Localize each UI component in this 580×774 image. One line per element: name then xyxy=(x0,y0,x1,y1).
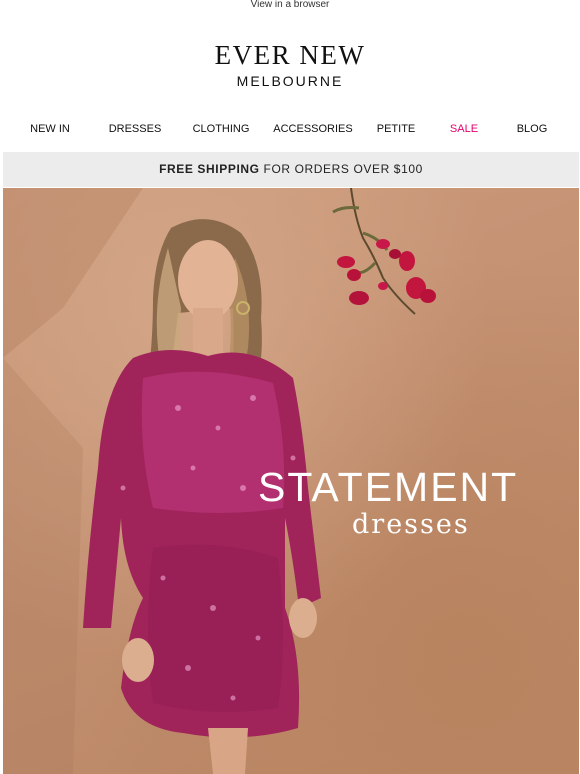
brand-logo[interactable]: EVER NEW MELBOURNE xyxy=(0,40,580,89)
hero-headline: STATEMENT dresses xyxy=(258,464,578,540)
nav-item-sale[interactable]: SALE xyxy=(450,121,478,137)
nav-item-clothing[interactable]: CLOTHING xyxy=(193,121,250,137)
flower-petal xyxy=(349,291,369,305)
headline-statement: STATEMENT xyxy=(258,464,519,510)
nav-item-accessories[interactable]: ACCESSORIES xyxy=(273,121,352,137)
flower-petal xyxy=(378,282,388,290)
nav-item-dresses[interactable]: DRESSES xyxy=(109,121,162,137)
headline-dresses: dresses xyxy=(352,509,470,540)
flower-petal xyxy=(399,251,415,271)
view-in-browser-link[interactable]: View in a browser xyxy=(0,0,580,12)
free-shipping-banner[interactable]: FREE SHIPPING FOR ORDERS OVER $100 xyxy=(3,152,579,187)
nav-item-petite[interactable]: PETITE xyxy=(377,121,416,137)
flower-petal xyxy=(389,249,401,259)
flower-petal xyxy=(337,256,355,268)
flower-petal xyxy=(347,269,361,281)
nav-item-blog[interactable]: BLOG xyxy=(517,121,548,137)
hero-image[interactable]: STATEMENT dresses xyxy=(3,188,579,774)
wall-shadow xyxy=(3,188,143,358)
hand xyxy=(289,598,317,638)
banner-bold-text: FREE SHIPPING xyxy=(159,162,260,176)
logo-city-name: MELBOURNE xyxy=(236,73,344,89)
wall-shadow-lower xyxy=(3,358,83,774)
flower-branch xyxy=(332,188,436,315)
leg xyxy=(208,728,248,774)
flower-petal xyxy=(420,289,436,303)
nav-item-new-in[interactable]: NEW IN xyxy=(30,121,70,137)
hand xyxy=(122,638,154,682)
banner-text: FOR ORDERS OVER $100 xyxy=(263,162,423,176)
flower-petal xyxy=(376,239,390,249)
dress-shade xyxy=(148,544,283,712)
logo-brand-name: EVER NEW xyxy=(214,40,366,70)
main-navigation: NEW IN DRESSES CLOTHING ACCESSORIES PETI… xyxy=(0,121,580,137)
